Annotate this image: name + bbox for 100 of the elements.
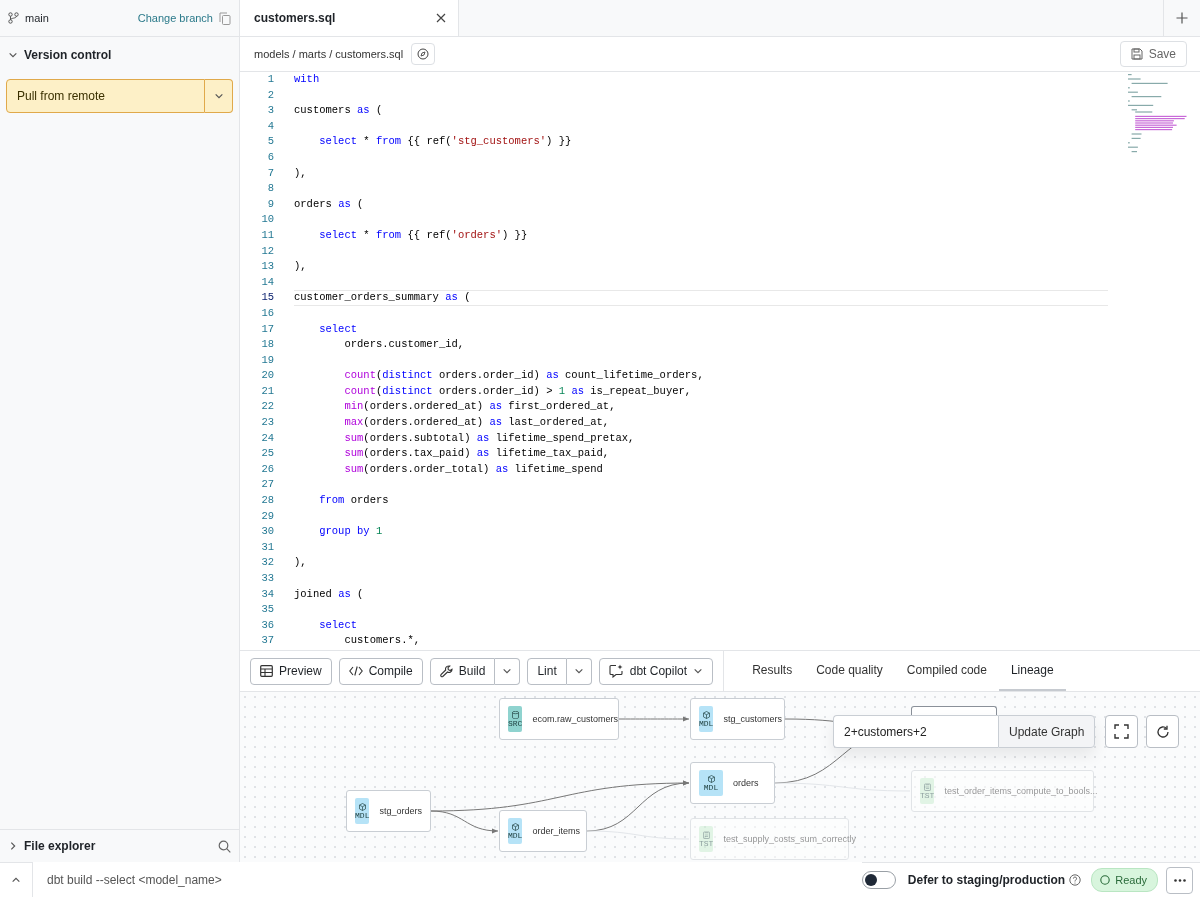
- clipboard-icon: [923, 782, 931, 791]
- caret-icon: [502, 666, 513, 676]
- line-number: 36: [260, 617, 274, 633]
- code-line: from orders: [318, 493, 390, 509]
- save-button[interactable]: Save: [1119, 41, 1187, 67]
- compass-icon: [417, 48, 430, 60]
- code-line: group by 1: [318, 524, 384, 540]
- cube-icon: [702, 710, 710, 719]
- line-number: 16: [260, 305, 274, 321]
- status-label: Ready: [1115, 874, 1147, 886]
- toolbar-button[interactable]: dbt Copilot: [598, 657, 714, 685]
- branch-name: main: [25, 12, 50, 24]
- code-line: customers as (: [294, 103, 384, 119]
- caret-icon: [573, 666, 584, 676]
- line-number: 15: [260, 290, 274, 306]
- update-graph-button[interactable]: Update Graph: [998, 715, 1096, 748]
- help-icon[interactable]: [1069, 874, 1082, 886]
- line-number: 30: [260, 524, 274, 540]
- refresh-button[interactable]: [1146, 715, 1179, 748]
- graph-node[interactable]: [911, 706, 997, 715]
- badge-label: MDL: [355, 810, 370, 820]
- section-title[interactable]: File explorer: [24, 839, 212, 853]
- line-number: 35: [260, 602, 274, 618]
- section-title[interactable]: Version control: [24, 48, 112, 62]
- panel-tab[interactable]: Code quality: [804, 651, 895, 691]
- line-number: 21: [260, 383, 274, 399]
- panel-tab[interactable]: Results: [740, 651, 805, 691]
- toolbar-button[interactable]: Preview: [250, 657, 332, 685]
- line-number: 25: [260, 446, 274, 462]
- line-number: 28: [260, 493, 274, 509]
- more-icon: [1173, 878, 1186, 882]
- toolbar-button[interactable]: Build: [429, 657, 496, 685]
- chat-sparkle-icon: [608, 664, 624, 678]
- locate-button[interactable]: [411, 43, 436, 65]
- graph-node[interactable]: MDL stg_orders: [346, 790, 431, 832]
- line-number: 27: [260, 477, 274, 493]
- more-button[interactable]: [1166, 866, 1193, 894]
- tab-label: customers.sql: [254, 11, 336, 25]
- database-icon: [511, 710, 519, 719]
- line-number: 8: [266, 181, 274, 197]
- code-line: select: [318, 321, 359, 337]
- line-number: 34: [260, 586, 274, 602]
- fullscreen-button[interactable]: [1105, 715, 1138, 748]
- close-icon[interactable]: [436, 13, 446, 23]
- code-line: ),: [294, 555, 308, 571]
- badge-label: SRC: [508, 718, 523, 728]
- line-number: 12: [260, 243, 274, 259]
- line-number: 11: [260, 227, 274, 243]
- line-number: 3: [266, 103, 274, 119]
- table-icon: [260, 665, 273, 677]
- line-number: 5: [266, 134, 274, 150]
- toolbar-button[interactable]: Compile: [338, 657, 423, 685]
- badge-label: MDL: [699, 718, 714, 728]
- code-line: max(orders.ordered_at) as last_ordered_at,: [343, 415, 611, 431]
- caret-icon: [693, 666, 704, 676]
- cube-icon: [358, 802, 366, 811]
- code-line: select * from {{ ref('orders') }}: [318, 227, 529, 243]
- graph-node[interactable]: SRC ecom.raw_customers: [499, 698, 619, 740]
- cube-icon: [707, 774, 715, 783]
- line-number: 4: [266, 118, 274, 134]
- line-number: 24: [260, 430, 274, 446]
- line-number: 29: [260, 508, 274, 524]
- floppy-icon: [1130, 48, 1143, 60]
- graph-node[interactable]: MDL order_items: [499, 810, 587, 852]
- line-number: 33: [260, 571, 274, 586]
- copy-icon[interactable]: [219, 11, 231, 25]
- code-line: count(distinct orders.order_id) as count_lifetime_orders,: [343, 368, 705, 384]
- line-number: 19: [260, 352, 274, 368]
- change-branch-link[interactable]: Change branch: [137, 12, 213, 24]
- line-number: 23: [260, 415, 274, 431]
- line-number: 18: [260, 337, 274, 353]
- graph-node[interactable]: MDL stg_customers: [690, 698, 785, 740]
- graph-node[interactable]: MDL orders: [690, 762, 775, 804]
- node-label: stg_orders: [379, 806, 422, 816]
- defer-label: Defer to staging/production: [907, 873, 1066, 887]
- branch-icon: [8, 12, 19, 24]
- line-number: 7: [266, 165, 274, 181]
- line-number: 32: [260, 555, 274, 571]
- search-icon[interactable]: [218, 839, 231, 853]
- node-label: ecom.raw_customers: [532, 714, 618, 724]
- line-number: 10: [260, 212, 274, 228]
- code-line: select: [318, 617, 359, 633]
- chevron-icon: [8, 841, 18, 851]
- chevron-icon: [11, 875, 21, 885]
- code-icon: [348, 666, 363, 676]
- badge-label: TST: [699, 838, 714, 848]
- code-line: sum(orders.order_total) as lifetime_spend: [343, 461, 604, 477]
- selector-field[interactable]: 2+customers+2: [833, 715, 998, 748]
- line-number: 2: [266, 87, 274, 103]
- line-number: 31: [260, 539, 274, 555]
- code-line: select * from {{ ref('stg_customers') }}: [318, 134, 573, 150]
- line-number: 9: [266, 196, 274, 212]
- toolbar-button[interactable]: Lint: [527, 657, 567, 685]
- code-line: with: [294, 72, 321, 87]
- pull-button[interactable]: Pull from remote: [6, 79, 205, 113]
- code-line: joined as (: [294, 586, 365, 602]
- panel-tab[interactable]: Compiled code: [894, 651, 999, 691]
- plus-icon[interactable]: [1176, 12, 1188, 24]
- defer-toggle[interactable]: [861, 871, 896, 889]
- file-tab[interactable]: customers.sql: [240, 0, 459, 36]
